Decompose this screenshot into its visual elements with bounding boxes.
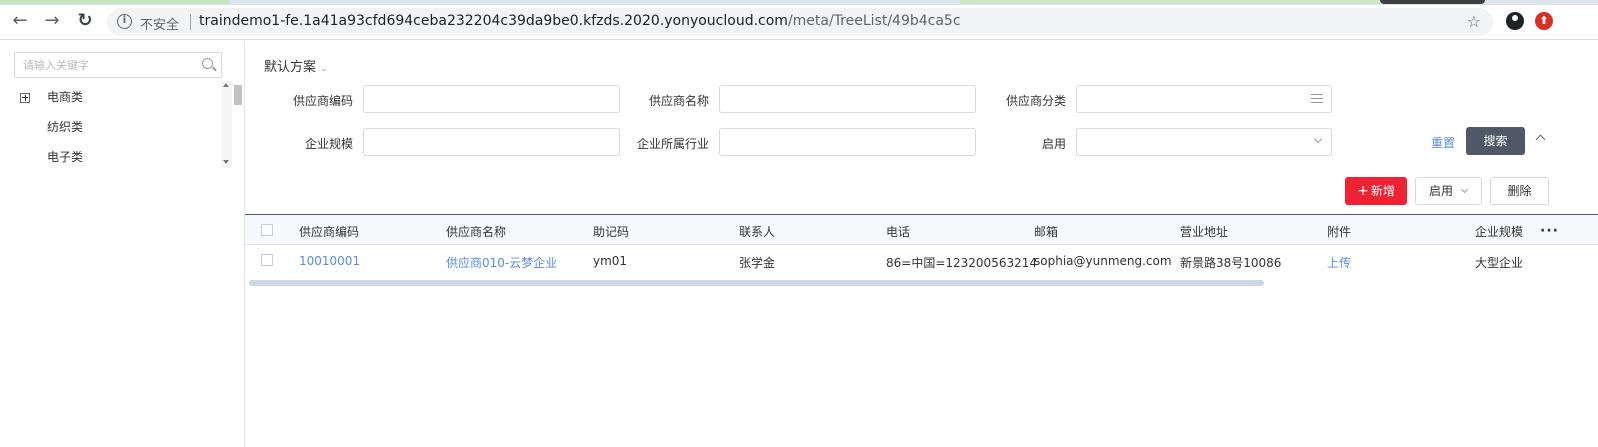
tree-panel: 电商类 纺织类 电子类 <box>0 41 245 447</box>
column-header[interactable]: 附件 <box>1327 223 1351 240</box>
tree-item-textile[interactable]: 纺织类 <box>47 118 83 135</box>
field-label-supplier-category: 供应商分类 <box>1005 94 1066 108</box>
enabled-select[interactable] <box>1076 128 1332 156</box>
cell-enterprise-scale: 大型企业 <box>1475 256 1524 270</box>
extension-icon[interactable]: ⬆ <box>1535 12 1553 30</box>
column-header[interactable]: 助记码 <box>593 223 629 240</box>
add-label: 新增 <box>1370 184 1395 198</box>
supplier-code-input[interactable] <box>363 85 620 113</box>
table-header: 供应商编码 供应商名称 助记码 联系人 电话 邮箱 营业地址 附件 企业规模 ·… <box>245 214 1598 245</box>
tab-strip <box>0 0 1598 5</box>
add-button[interactable]: + 新增 <box>1345 177 1407 205</box>
supplier-name-input[interactable] <box>719 85 976 113</box>
table-row[interactable]: 10010001 供应商010-云梦企业 ym01 张学金 86=中国=1232… <box>245 246 1598 278</box>
chevron-up-icon[interactable] <box>1535 134 1546 145</box>
cell-supplier-name[interactable]: 供应商010-云梦企业 <box>446 254 557 271</box>
cell-contact: 张学金 <box>739 256 776 270</box>
reload-icon[interactable]: ↻ <box>75 11 95 31</box>
enterprise-scale-input[interactable] <box>363 128 620 156</box>
browser-toolbar: ← → ↻ i 不安全 traindemo1-fe.1a41a93cfd694c… <box>0 0 1598 40</box>
scheme-label: 默认方案 <box>264 60 317 75</box>
supplier-category-input[interactable] <box>1076 85 1332 113</box>
enable-dropdown-button[interactable]: 启用 <box>1415 177 1482 205</box>
cell-address: 新景路38号10086 <box>1180 256 1282 270</box>
tree-item-label: 纺织类 <box>47 120 84 134</box>
url-path: /meta/TreeList/49b4ca5c <box>787 13 961 29</box>
search-icon[interactable] <box>202 58 213 69</box>
cell-email: sophia@yunmeng.com <box>1034 254 1172 268</box>
horizontal-scrollbar[interactable] <box>249 280 1264 286</box>
back-icon[interactable]: ← <box>10 11 30 31</box>
tree-item-label: 电子类 <box>47 150 84 164</box>
upload-link[interactable]: 上传 <box>1327 254 1351 271</box>
row-checkbox[interactable] <box>261 254 273 266</box>
tree-item-ecommerce[interactable]: 电商类 <box>20 88 83 105</box>
search-button[interactable]: 搜索 <box>1466 127 1525 155</box>
column-header[interactable]: 营业地址 <box>1180 223 1228 240</box>
field-label-supplier-code: 供应商编码 <box>292 94 353 108</box>
forward-icon[interactable]: → <box>42 11 62 31</box>
field-label-industry: 企业所属行业 <box>636 137 709 151</box>
column-header[interactable]: 供应商编码 <box>299 223 359 240</box>
column-header[interactable]: 电话 <box>886 223 910 240</box>
enable-label: 启用 <box>1429 184 1454 198</box>
cell-supplier-code[interactable]: 10010001 <box>299 254 360 268</box>
url-host: traindemo1-fe.1a41a93cfd694ceba232204c39… <box>199 13 788 29</box>
tree-item-label: 电商类 <box>47 90 84 104</box>
scroll-up-icon[interactable] <box>223 83 229 87</box>
url-text[interactable]: traindemo1-fe.1a41a93cfd694ceba232204c39… <box>199 13 961 29</box>
plus-icon: + <box>1357 183 1369 199</box>
select-all-checkbox[interactable] <box>261 224 273 236</box>
address-bar[interactable]: i 不安全 traindemo1-fe.1a41a93cfd694ceba232… <box>107 8 1493 36</box>
account-icon[interactable] <box>1506 12 1524 30</box>
column-header[interactable]: 联系人 <box>739 223 775 240</box>
cell-phone: 86=中国=123200563214 <box>886 256 1037 270</box>
column-header[interactable]: 供应商名称 <box>446 223 506 240</box>
chevron-down-icon <box>1460 185 1469 194</box>
tree-search-box[interactable] <box>14 52 222 78</box>
chevron-down-icon: ⌄ <box>320 64 328 74</box>
bookmark-star-icon[interactable]: ☆ <box>1467 12 1481 31</box>
more-options-icon[interactable]: ··· <box>1540 223 1559 239</box>
tree-search-input[interactable] <box>15 53 185 77</box>
list-icon[interactable] <box>1311 94 1323 104</box>
reset-link[interactable]: 重置 <box>1431 134 1455 151</box>
scroll-down-icon[interactable] <box>223 160 229 164</box>
insecure-label: 不安全 <box>140 18 180 33</box>
scheme-selector[interactable]: 默认方案 ⌄ <box>264 56 328 75</box>
cell-mnemonic: ym01 <box>593 254 628 268</box>
field-label-supplier-name: 供应商名称 <box>648 94 709 108</box>
field-label-enterprise-scale: 企业规模 <box>304 137 353 151</box>
delete-button[interactable]: 删除 <box>1490 177 1549 205</box>
field-label-enabled: 启用 <box>1041 137 1066 151</box>
tree-scroll-thumb[interactable] <box>234 85 242 105</box>
expand-plus-icon[interactable] <box>20 92 30 103</box>
chevron-down-icon <box>1313 134 1323 144</box>
industry-input[interactable] <box>719 128 976 156</box>
column-header[interactable]: 企业规模 <box>1475 223 1523 240</box>
column-header[interactable]: 邮箱 <box>1034 223 1058 240</box>
tree-scrollbar[interactable] <box>221 81 232 168</box>
info-icon[interactable]: i <box>117 14 132 29</box>
tree-item-electronics[interactable]: 电子类 <box>47 148 83 165</box>
